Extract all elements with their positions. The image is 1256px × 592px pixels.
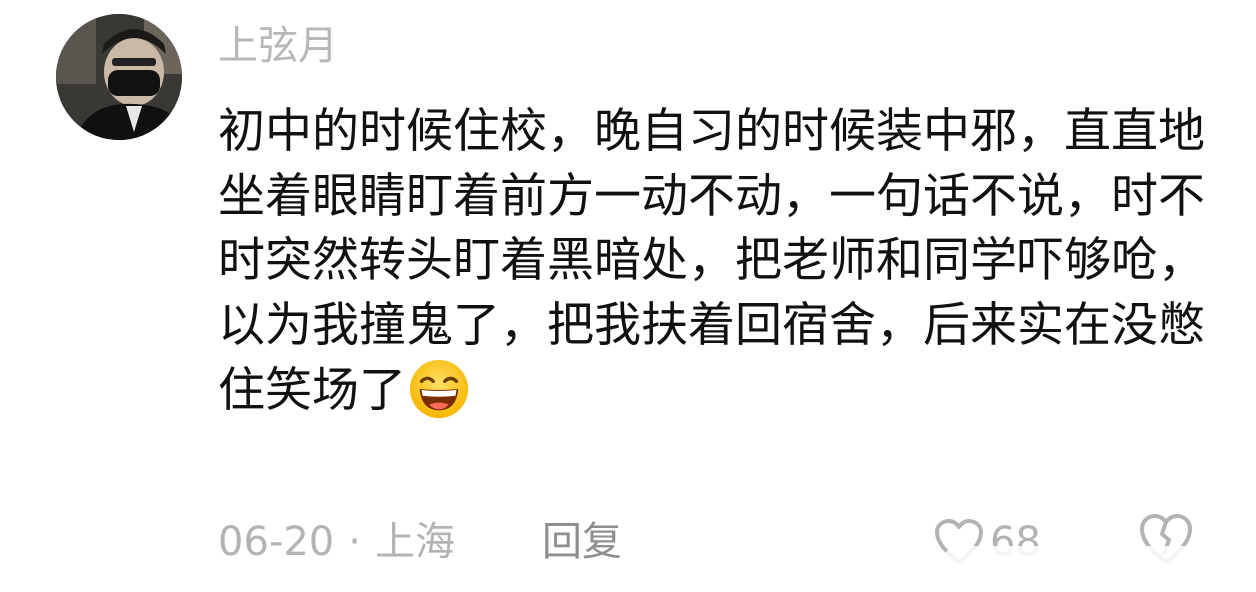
watermark-overlay	[942, 546, 1242, 580]
comment-text: 初中的时候住校，晚自习的时候装中邪，直直地坐着眼睛盯着前方一动不动，一句话不说，…	[218, 100, 1208, 424]
comment-date: 06-20	[218, 519, 335, 565]
username[interactable]: 上弦月	[218, 18, 338, 74]
avatar[interactable]	[56, 14, 182, 140]
comment-body: 初中的时候住校，晚自习的时候装中邪，直直地坐着眼睛盯着前方一动不动，一句话不说，…	[218, 104, 1205, 418]
comment-item: 上弦月 初中的时候住校，晚自习的时候装中邪，直直地坐着眼睛盯着前方一动不动，一句…	[0, 0, 1256, 592]
comment-location: 上海	[374, 519, 455, 565]
comment-meta: 06-20 · 上海	[218, 514, 455, 570]
grinning-face-emoji-icon	[409, 359, 469, 419]
reply-button[interactable]: 回复	[542, 514, 622, 570]
meta-separator: ·	[348, 519, 361, 565]
avatar-image	[56, 14, 182, 140]
